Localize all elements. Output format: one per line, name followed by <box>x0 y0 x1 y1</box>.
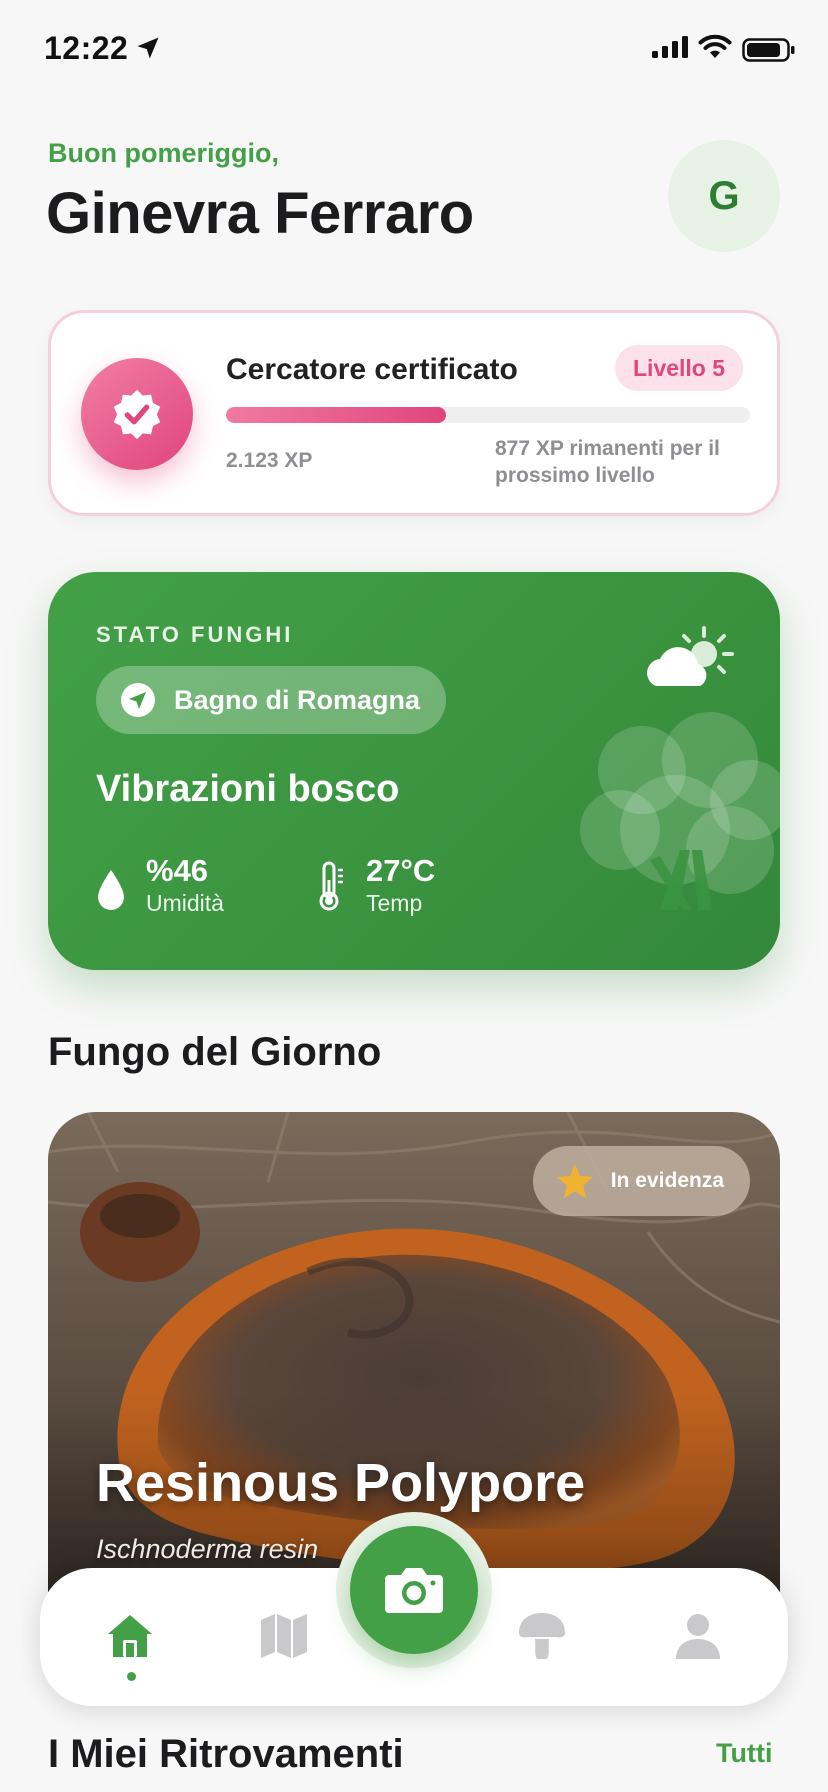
level-badge: Livello 5 <box>615 345 744 391</box>
humidity-stat: %46 Umidità <box>96 854 224 918</box>
fungus-name: Resinous Polypore <box>96 1453 586 1513</box>
map-icon <box>261 1614 307 1658</box>
xp-progress-bar <box>226 407 750 423</box>
location-name: Bagno di Romagna <box>174 684 421 715</box>
partly-sunny-icon <box>647 626 734 686</box>
level-title: Cercatore certificato <box>226 353 518 386</box>
status-bar: 12:22 <box>0 0 828 100</box>
xp-remaining: 877 XP rimanenti per il prossimo livello <box>495 437 720 487</box>
camera-button[interactable] <box>350 1526 478 1654</box>
featured-badge: In evidenza <box>532 1146 750 1216</box>
location-arrow-icon <box>121 683 155 717</box>
wifi-icon <box>698 34 732 58</box>
greeting-text: Buon pomeriggio, <box>48 138 279 168</box>
tree-illustration-icon <box>580 712 780 910</box>
temp-label: Temp <box>366 890 423 916</box>
location-arrow-icon <box>137 37 159 59</box>
nav-map[interactable] <box>244 1596 324 1676</box>
nav-home[interactable] <box>90 1596 170 1676</box>
mushroom-icon <box>519 1613 565 1659</box>
nav-profile[interactable] <box>658 1596 738 1676</box>
humidity-label: Umidità <box>146 890 224 916</box>
status-kicker: STATO FUNGHI <box>96 622 294 647</box>
cellular-signal-icon <box>652 36 688 58</box>
level-card[interactable]: Cercatore certificato Livello 5 2.123 XP… <box>48 310 780 516</box>
home-icon <box>108 1615 152 1657</box>
avatar[interactable]: G <box>668 140 780 252</box>
battery-icon <box>742 38 795 62</box>
my-finds-title: I Miei Ritrovamenti <box>48 1732 404 1776</box>
xp-progress-fill <box>226 407 447 423</box>
temp-value: 27°C <box>366 853 436 888</box>
star-icon <box>556 1163 593 1199</box>
status-time: 12:22 <box>44 30 129 66</box>
status-title: Vibrazioni bosco <box>96 768 400 810</box>
fungus-section-title: Fungo del Giorno <box>48 1030 382 1074</box>
mushroom-status-card[interactable]: STATO FUNGHI Bagno di Romagna Vibrazioni… <box>48 572 780 970</box>
water-drop-icon <box>98 870 124 910</box>
location-pill[interactable]: Bagno di Romagna <box>96 666 447 734</box>
camera-icon <box>385 1568 443 1613</box>
active-indicator <box>127 1672 136 1681</box>
featured-label: In evidenza <box>610 1169 724 1192</box>
user-name: Ginevra Ferraro <box>46 181 474 246</box>
certified-badge-icon <box>81 358 193 470</box>
humidity-value: %46 <box>146 853 209 888</box>
profile-icon <box>676 1614 720 1659</box>
see-all-link[interactable]: Tutti <box>716 1738 772 1769</box>
fungus-latin-name: Ischnoderma resin <box>96 1534 319 1564</box>
thermometer-icon <box>319 861 343 911</box>
nav-mushrooms[interactable] <box>502 1596 582 1676</box>
xp-current: 2.123 XP <box>226 449 313 472</box>
temperature-stat: 27°C Temp <box>316 854 435 918</box>
